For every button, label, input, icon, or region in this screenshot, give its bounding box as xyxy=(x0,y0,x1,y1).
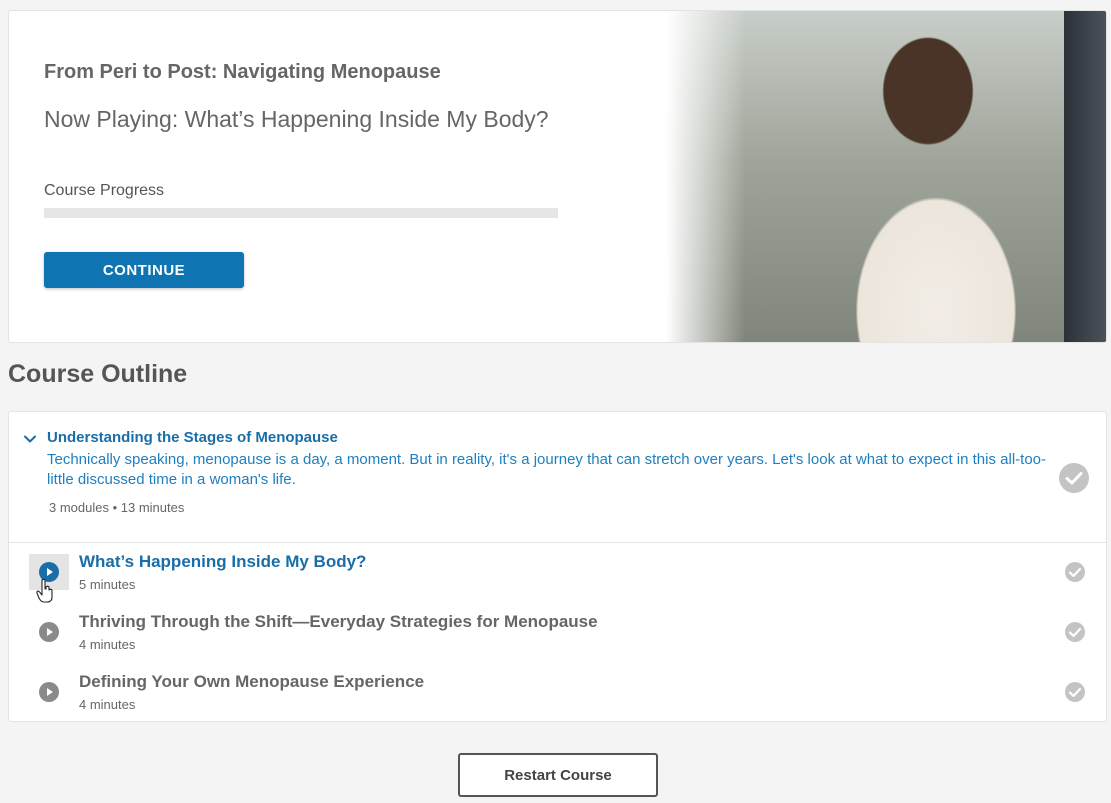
course-progress-bar xyxy=(44,208,558,218)
section-header[interactable]: Understanding the Stages of Menopause Te… xyxy=(9,412,1106,543)
restart-course-button[interactable]: Restart Course xyxy=(458,753,658,797)
hero-photo xyxy=(666,11,1106,342)
play-circle-icon xyxy=(39,622,59,642)
play-button[interactable] xyxy=(29,614,69,650)
module-item[interactable]: What’s Happening Inside My Body? 5 minut… xyxy=(9,542,1106,602)
module-title[interactable]: Thriving Through the Shift—Everyday Stra… xyxy=(79,612,598,632)
module-item[interactable]: Thriving Through the Shift—Everyday Stra… xyxy=(9,602,1106,662)
module-duration: 5 minutes xyxy=(79,577,136,592)
course-outline-heading: Course Outline xyxy=(8,360,188,388)
chevron-down-icon[interactable] xyxy=(23,432,37,446)
module-title[interactable]: Defining Your Own Menopause Experience xyxy=(79,672,424,692)
check-circle-icon xyxy=(1065,682,1085,702)
course-progress-label: Course Progress xyxy=(44,182,165,199)
check-circle-icon xyxy=(1065,622,1085,642)
course-hero-card: From Peri to Post: Navigating Menopause … xyxy=(8,10,1107,343)
module-title[interactable]: What’s Happening Inside My Body? xyxy=(79,552,366,572)
hand-cursor-icon xyxy=(36,578,53,603)
check-circle-icon xyxy=(1059,463,1089,493)
module-duration: 4 minutes xyxy=(79,697,136,712)
play-circle-icon xyxy=(39,682,59,702)
module-duration: 4 minutes xyxy=(79,637,136,652)
hero-photo-pillar xyxy=(1064,11,1106,342)
course-outline-panel: Understanding the Stages of Menopause Te… xyxy=(8,411,1107,722)
continue-button[interactable]: CONTINUE xyxy=(44,252,244,288)
now-playing-title: Now Playing: What’s Happening Inside My … xyxy=(44,106,549,132)
check-circle-icon xyxy=(1065,562,1085,582)
module-item[interactable]: Defining Your Own Menopause Experience 4… xyxy=(9,662,1106,722)
section-description: Technically speaking, menopause is a day… xyxy=(47,451,1047,488)
course-title: From Peri to Post: Navigating Menopause xyxy=(44,61,441,83)
section-meta: 3 modules • 13 minutes xyxy=(49,500,185,515)
section-title[interactable]: Understanding the Stages of Menopause xyxy=(47,429,338,446)
play-button[interactable] xyxy=(29,674,69,710)
